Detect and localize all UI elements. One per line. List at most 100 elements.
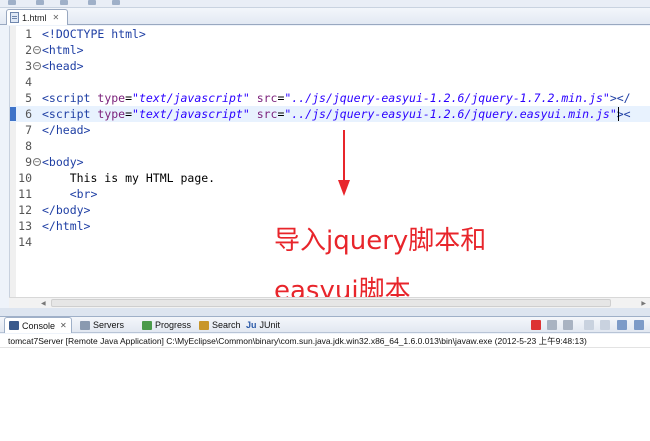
code-text[interactable]: <!DOCTYPE html> bbox=[42, 26, 146, 42]
code-line[interactable]: 11 <br> bbox=[10, 186, 650, 202]
code-line[interactable]: 7 </head> bbox=[10, 122, 650, 138]
code-text[interactable]: </head> bbox=[42, 122, 90, 138]
text-caret bbox=[618, 107, 619, 121]
display-selected-console-icon[interactable] bbox=[617, 320, 627, 330]
line-number: 4 bbox=[25, 75, 32, 89]
code-text[interactable]: <body> bbox=[42, 154, 84, 170]
code-text[interactable]: <script type="text/javascript" src="../j… bbox=[42, 106, 631, 122]
code-text[interactable]: <br> bbox=[42, 186, 98, 202]
editor-tab-bar: 1.html ✕ bbox=[0, 8, 650, 25]
console-process-description: tomcat7Server [Remote Java Application] … bbox=[0, 334, 650, 348]
remove-all-icon[interactable] bbox=[563, 320, 573, 330]
line-number: 9 bbox=[25, 155, 32, 169]
code-token: <script bbox=[42, 107, 91, 121]
code-line[interactable]: 9− <body> bbox=[10, 154, 650, 170]
code-token: = bbox=[125, 91, 133, 105]
code-line[interactable]: 2− <html> bbox=[10, 42, 650, 58]
code-token: "text/javascript" bbox=[132, 91, 250, 105]
tab-label: Progress bbox=[155, 320, 192, 330]
code-token: <script bbox=[42, 91, 91, 105]
line-number: 5 bbox=[25, 91, 32, 105]
code-text[interactable]: <html> bbox=[42, 42, 84, 58]
tab-progress[interactable]: Progress bbox=[142, 317, 191, 333]
toolbar-icon[interactable] bbox=[36, 0, 44, 5]
code-token: = bbox=[125, 107, 133, 121]
code-token: This is my HTML page. bbox=[42, 171, 216, 185]
current-line-marker bbox=[10, 107, 16, 121]
eclipse-window: 1.html ✕ 1 <!DOCTYPE html> 2− <html> 3− <head… bbox=[0, 0, 650, 441]
toolbar-icon[interactable] bbox=[88, 0, 96, 5]
line-number: 2 bbox=[25, 43, 32, 57]
tab-label: Console bbox=[22, 320, 56, 331]
code-text[interactable]: <script type="text/javascript" src="../j… bbox=[42, 90, 631, 106]
console-icon bbox=[9, 321, 19, 330]
code-token: "../js/jquery-easyui-1.2.6/jquery.easyui… bbox=[284, 107, 617, 121]
code-token: <br> bbox=[42, 187, 98, 201]
junit-icon: Ju bbox=[246, 320, 257, 330]
scroll-right-icon[interactable]: ▶ bbox=[641, 300, 646, 307]
toolbar-icon[interactable] bbox=[112, 0, 120, 5]
fold-toggle-icon[interactable]: − bbox=[33, 62, 41, 70]
code-line[interactable]: 6 <script type="text/javascript" src="../… bbox=[10, 106, 650, 122]
tab-console[interactable]: Console ✕ bbox=[4, 317, 72, 333]
bottom-panel-tabs: Console ✕ Servers Progress Search Ju JUn… bbox=[0, 316, 650, 333]
code-text[interactable]: <head> bbox=[42, 58, 84, 74]
tab-label: Search bbox=[212, 320, 241, 330]
sash-divider[interactable] bbox=[0, 308, 650, 316]
console-output[interactable] bbox=[0, 348, 650, 441]
tab-label: JUnit bbox=[259, 320, 281, 330]
fold-toggle-icon[interactable]: − bbox=[33, 158, 41, 166]
html-file-icon bbox=[10, 12, 19, 23]
code-token: <!DOCTYPE html> bbox=[42, 27, 146, 41]
line-number: 7 bbox=[25, 123, 32, 137]
line-number: 12 bbox=[18, 203, 32, 217]
code-line[interactable]: 5 <script type="text/javascript" src="../… bbox=[10, 90, 650, 106]
terminate-icon[interactable] bbox=[531, 320, 541, 330]
close-icon[interactable]: ✕ bbox=[60, 321, 67, 330]
toolbar-icon[interactable] bbox=[60, 0, 68, 5]
code-token: "text/javascript" bbox=[132, 107, 250, 121]
code-line[interactable]: 1 <!DOCTYPE html> bbox=[10, 26, 650, 42]
code-token: </body> bbox=[42, 203, 91, 217]
tab-label: Servers bbox=[93, 320, 125, 330]
annotation-text-line1: 导入jquery脚本和 bbox=[274, 226, 487, 256]
code-line[interactable]: 8 bbox=[10, 138, 650, 154]
horizontal-scrollbar[interactable]: ◀ ▶ bbox=[9, 297, 650, 308]
line-number: 6 bbox=[25, 107, 32, 121]
line-number: 11 bbox=[18, 187, 32, 201]
line-number: 3 bbox=[25, 59, 32, 73]
code-line[interactable]: 4 bbox=[10, 74, 650, 90]
fold-toggle-icon[interactable]: − bbox=[33, 46, 41, 54]
scroll-lock-icon[interactable] bbox=[600, 320, 610, 330]
down-arrow-annotation bbox=[338, 130, 350, 196]
code-line[interactable]: 10 This is my HTML page. bbox=[10, 170, 650, 186]
progress-icon bbox=[142, 320, 152, 330]
scroll-left-icon[interactable]: ◀ bbox=[41, 300, 46, 307]
code-text[interactable]: </body> bbox=[42, 202, 90, 218]
code-token: type bbox=[97, 107, 126, 121]
code-token: <body> bbox=[42, 155, 84, 169]
clear-console-icon[interactable] bbox=[584, 320, 594, 330]
tab-junit[interactable]: Ju JUnit bbox=[246, 317, 280, 333]
remove-launch-icon[interactable] bbox=[547, 320, 557, 330]
scrollbar-thumb[interactable] bbox=[51, 299, 611, 307]
close-icon[interactable]: ✕ bbox=[53, 13, 60, 22]
editor-tab-1-html[interactable]: 1.html ✕ bbox=[6, 9, 68, 25]
servers-icon bbox=[80, 320, 90, 330]
code-token: type bbox=[97, 91, 126, 105]
code-line[interactable]: 3− <head> bbox=[10, 58, 650, 74]
code-text[interactable]: </html> bbox=[42, 218, 90, 234]
line-number: 8 bbox=[25, 139, 32, 153]
code-token: <html> bbox=[42, 43, 84, 57]
toolbar-icon[interactable] bbox=[8, 0, 16, 5]
code-token: src bbox=[256, 91, 278, 105]
toolbar-strip bbox=[0, 0, 650, 8]
open-console-icon[interactable] bbox=[634, 320, 644, 330]
tab-search[interactable]: Search bbox=[199, 317, 241, 333]
code-text[interactable]: This is my HTML page. bbox=[42, 170, 215, 186]
code-line[interactable]: 12 </body> bbox=[10, 202, 650, 218]
line-number: 13 bbox=[18, 219, 32, 233]
tab-servers[interactable]: Servers bbox=[80, 317, 124, 333]
